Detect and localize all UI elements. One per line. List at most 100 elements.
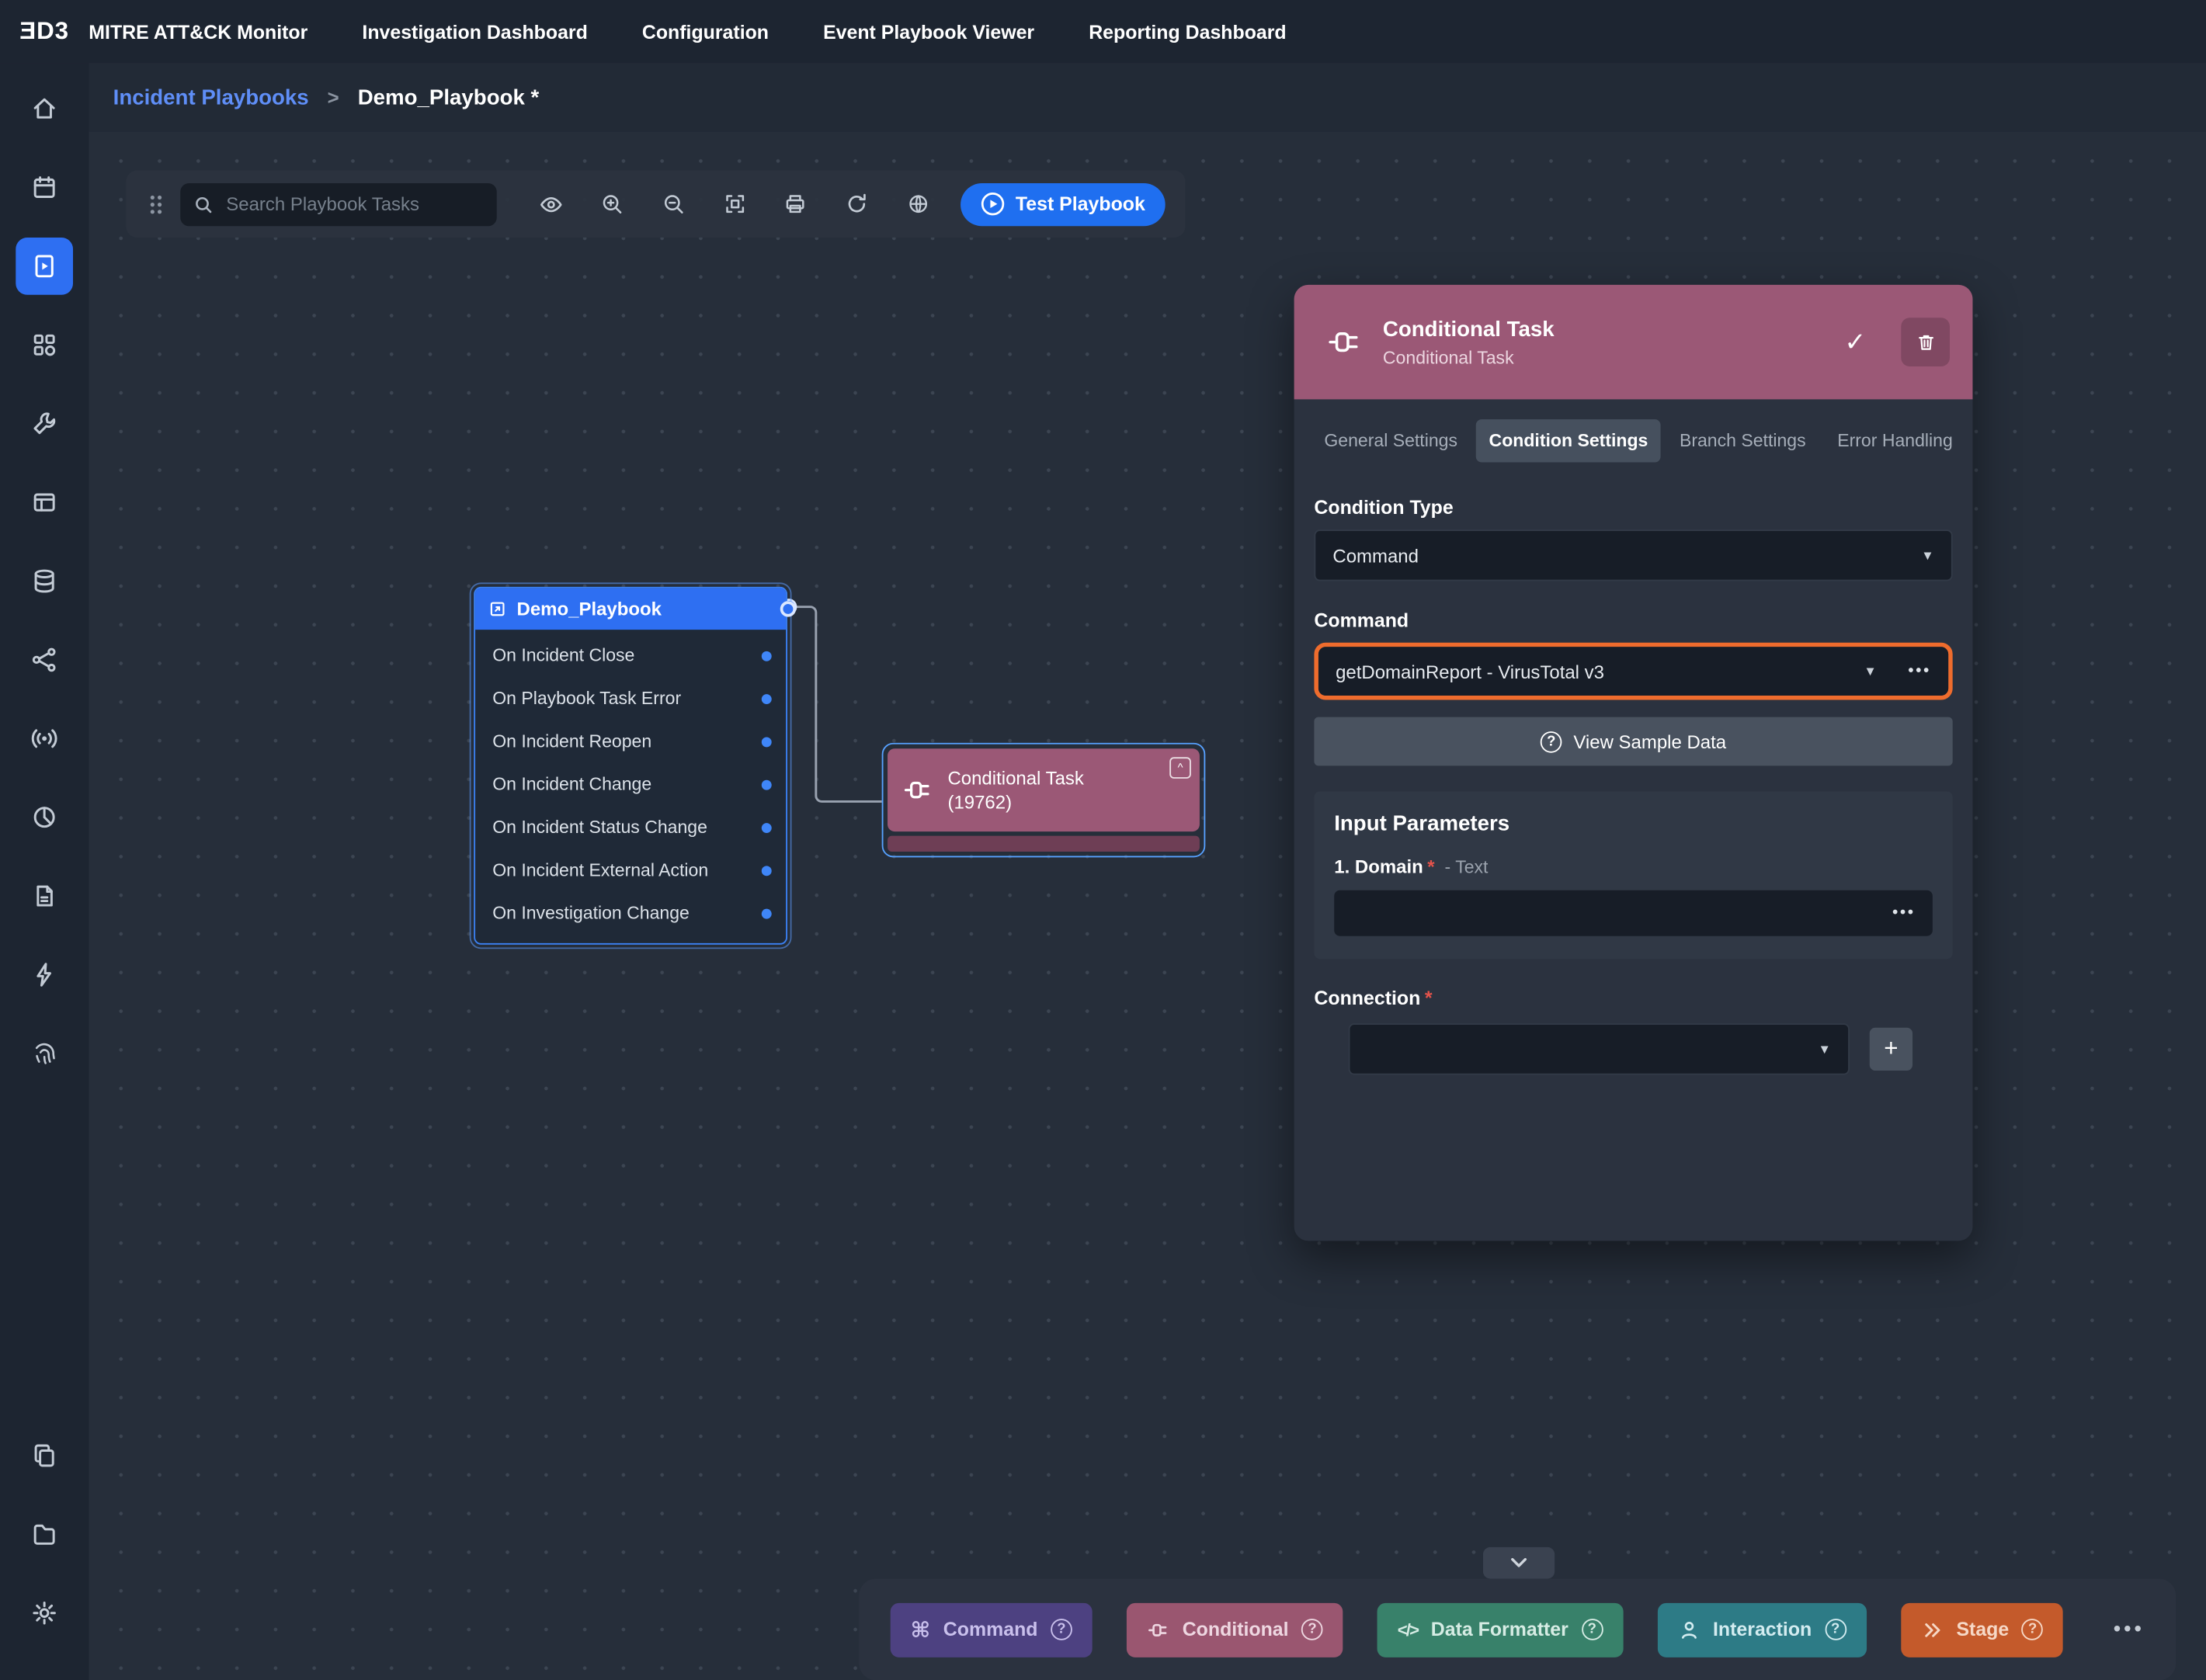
test-playbook-button[interactable]: Test Playbook <box>961 182 1166 225</box>
settings-gear-icon[interactable] <box>16 1585 73 1642</box>
copy-pages-icon[interactable] <box>16 1427 73 1484</box>
fit-screen-icon[interactable] <box>713 182 756 225</box>
trigger-on-incident-reopen[interactable]: On Incident Reopen <box>475 720 786 762</box>
help-icon[interactable]: ? <box>1581 1619 1603 1640</box>
connector-dot[interactable] <box>762 822 772 832</box>
plug-icon <box>1147 1618 1169 1640</box>
eye-visibility-icon[interactable] <box>530 182 572 225</box>
playbook-node-title: Demo_Playbook <box>517 599 662 620</box>
connector-dot[interactable] <box>762 693 772 703</box>
playbooks-icon[interactable] <box>16 238 73 295</box>
condition-type-select[interactable]: Command ▼ <box>1314 529 1952 581</box>
caret-down-icon: ▼ <box>1864 664 1876 678</box>
code-icon: </> <box>1398 1619 1418 1640</box>
tab-general-settings[interactable]: General Settings <box>1311 419 1471 462</box>
add-conditional-node-button[interactable]: Conditional ? <box>1127 1602 1343 1657</box>
help-icon[interactable]: ? <box>1051 1619 1072 1640</box>
playbook-node-header[interactable]: Demo_Playbook <box>475 588 786 630</box>
connection-label: Connection* <box>1314 988 1952 1009</box>
utilities-wrench-icon[interactable] <box>16 395 73 453</box>
trigger-on-incident-external-action[interactable]: On Incident External Action <box>475 849 786 891</box>
broadcast-icon[interactable] <box>16 710 73 767</box>
search-icon <box>193 194 214 214</box>
tab-condition-settings[interactable]: Condition Settings <box>1476 419 1661 462</box>
d3-logo[interactable]: ƎD3 <box>0 17 89 46</box>
playbook-trigger-node[interactable]: Demo_Playbook On Incident Close On Playb… <box>474 587 787 945</box>
view-sample-data-button[interactable]: ? View Sample Data <box>1314 717 1952 766</box>
task-config-panel: Conditional Task Conditional Task ✓ Gene… <box>1294 285 1973 1241</box>
trigger-on-incident-change[interactable]: On Incident Change <box>475 763 786 806</box>
metrics-pie-icon[interactable] <box>16 789 73 846</box>
tab-error-handling[interactable]: Error Handling <box>1825 419 1966 462</box>
breadcrumb-incident-playbooks[interactable]: Incident Playbooks <box>113 85 309 109</box>
input-parameters-section: Input Parameters 1. Domain*- Text ••• <box>1314 792 1952 960</box>
connector-dot[interactable] <box>762 908 772 918</box>
connector-dot[interactable] <box>762 651 772 661</box>
nav-investigation-dashboard[interactable]: Investigation Dashboard <box>362 21 587 43</box>
add-stage-node-button[interactable]: Stage ? <box>1901 1602 2064 1657</box>
apps-window-icon[interactable] <box>16 474 73 531</box>
zoom-out-icon[interactable] <box>652 182 695 225</box>
globe-icon[interactable] <box>897 182 940 225</box>
nav-reporting-dashboard[interactable]: Reporting Dashboard <box>1089 21 1286 43</box>
help-icon[interactable]: ? <box>1825 1619 1846 1640</box>
parameter-domain-input[interactable]: ••• <box>1334 890 1933 936</box>
command-select[interactable]: getDomainReport - VirusTotal v3 ▼ ••• <box>1318 647 1948 696</box>
chevron-down-icon <box>1510 1557 1527 1569</box>
delete-task-button[interactable] <box>1901 318 1950 366</box>
connector-dot[interactable] <box>762 865 772 875</box>
calendar-event-icon[interactable] <box>16 159 73 217</box>
refresh-icon[interactable] <box>836 182 878 225</box>
output-connector-dot[interactable] <box>780 601 796 616</box>
trigger-on-incident-status-change[interactable]: On Incident Status Change <box>475 806 786 849</box>
parameter-options-button[interactable]: ••• <box>1892 904 1916 922</box>
more-node-types-button[interactable]: ••• <box>2114 1617 2145 1641</box>
playbook-canvas[interactable]: Test Playbook Demo_Playbook On Incident … <box>89 132 2206 1680</box>
nav-configuration[interactable]: Configuration <box>642 21 769 43</box>
trigger-on-incident-close[interactable]: On Incident Close <box>475 634 786 677</box>
add-connection-button[interactable]: + <box>1870 1028 1912 1071</box>
add-command-node-button[interactable]: ⌘ Command ? <box>891 1602 1093 1657</box>
expand-toolbar-button[interactable] <box>1483 1547 1555 1579</box>
tab-branch-settings[interactable]: Branch Settings <box>1666 419 1819 462</box>
drag-handle-icon[interactable] <box>146 193 166 215</box>
automation-lightning-icon[interactable] <box>16 946 73 1004</box>
conditional-task-node-body[interactable]: Conditional Task (19762) ^ <box>888 748 1200 831</box>
panel-body: Condition Type Command ▼ Command getDoma… <box>1294 462 1973 1074</box>
person-icon <box>1677 1618 1700 1640</box>
required-asterisk: * <box>1425 988 1433 1009</box>
command-select-highlight: getDomainReport - VirusTotal v3 ▼ ••• <box>1314 643 1952 700</box>
home-icon[interactable] <box>16 80 73 137</box>
forms-document-icon[interactable] <box>16 867 73 925</box>
command-label: Command <box>1314 609 1952 631</box>
nav-mitre-attack-monitor[interactable]: MITRE ATT&CK Monitor <box>89 21 307 43</box>
zoom-in-icon[interactable] <box>591 182 634 225</box>
add-interaction-node-button[interactable]: Interaction ? <box>1657 1602 1866 1657</box>
connection-select[interactable]: ▼ <box>1349 1023 1850 1074</box>
confirm-check-button[interactable]: ✓ <box>1829 316 1881 367</box>
fingerprint-icon[interactable] <box>16 1025 73 1082</box>
help-icon: ? <box>1541 731 1562 752</box>
trigger-on-investigation-change[interactable]: On Investigation Change <box>475 892 786 935</box>
search-playbook-tasks-box <box>180 182 496 225</box>
required-asterisk: * <box>1427 856 1434 877</box>
search-input[interactable] <box>224 192 484 216</box>
left-sidebar <box>0 63 89 1680</box>
help-icon[interactable]: ? <box>1301 1619 1323 1640</box>
conditional-task-node[interactable]: Conditional Task (19762) ^ <box>882 743 1206 857</box>
collapse-node-icon[interactable]: ^ <box>1169 757 1191 779</box>
node-palette-toolbar: ⌘ Command ? Conditional ? </> Data Forma… <box>859 1578 2176 1680</box>
file-folder-icon[interactable] <box>16 1505 73 1563</box>
connector-dot[interactable] <box>762 779 772 790</box>
help-icon[interactable]: ? <box>2022 1619 2044 1640</box>
connector-dot[interactable] <box>762 737 772 747</box>
trigger-on-playbook-task-error[interactable]: On Playbook Task Error <box>475 677 786 720</box>
print-icon[interactable] <box>774 182 817 225</box>
nav-event-playbook-viewer[interactable]: Event Playbook Viewer <box>823 21 1034 43</box>
command-options-button[interactable]: ••• <box>1908 663 1931 680</box>
link-analysis-icon[interactable] <box>16 631 73 689</box>
database-icon[interactable] <box>16 553 73 610</box>
integrations-puzzle-icon[interactable] <box>16 316 73 373</box>
add-data-formatter-node-button[interactable]: </> Data Formatter ? <box>1377 1602 1623 1657</box>
task-node-id: (19762) <box>947 790 1083 814</box>
